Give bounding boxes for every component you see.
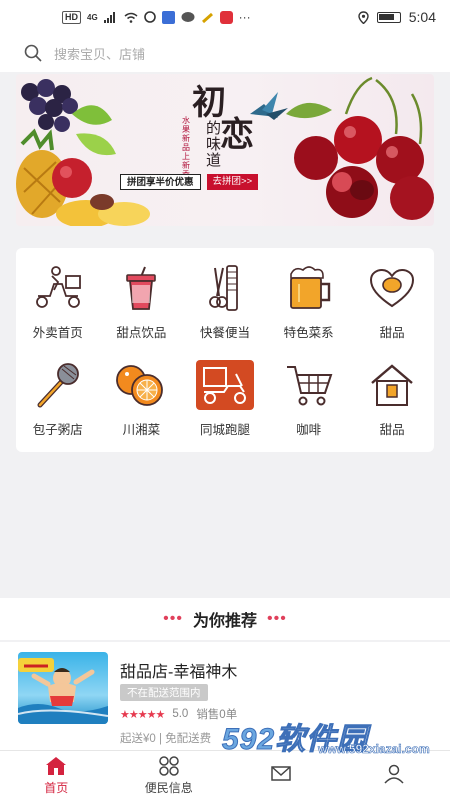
category-errand-service[interactable]: 同城跑腿 (183, 359, 267, 456)
category-label: 外卖首页 (32, 326, 83, 340)
group-buy-button[interactable]: 去拼团>> (206, 174, 259, 190)
message-icon (271, 766, 291, 781)
chat-icon (181, 12, 195, 22)
tab-home[interactable]: 首页 (0, 751, 113, 800)
category-fast-food[interactable]: 快餐便当 (183, 262, 267, 359)
tab-label: 便民信息 (144, 780, 193, 795)
comb-scissors-icon (196, 262, 254, 314)
sync-icon (143, 11, 156, 23)
category-sweets-2[interactable]: 甜品 (350, 359, 434, 456)
promo-text: 拼团享半价优惠 (120, 174, 201, 190)
drink-cup-icon (112, 262, 170, 314)
category-label: 甜品 (379, 423, 405, 437)
delivery-range-badge: 不在配送范围内 (120, 684, 208, 701)
category-sichuan-hunan[interactable]: 川湘菜 (100, 359, 184, 456)
recommend-header: ••• 为你推荐 ••• (0, 598, 450, 640)
rating-value: 5.0 (172, 708, 189, 720)
category-grid: 外卖首页 甜点饮品 快餐便当 特色菜系 甜品 包子粥店 川湘菜 同城跑腿 咖啡 … (16, 248, 434, 456)
promo-banner[interactable]: 水果新品上新季 初 的味道 恋 拼团享半价优惠 去拼团>> (16, 74, 434, 226)
clock: 5:04 (408, 9, 436, 25)
more-notifications-icon: ··· (238, 10, 251, 24)
tab-convenience-info[interactable]: 便民信息 (113, 751, 226, 800)
shop-name[interactable]: 甜品店-幸福神木 (120, 658, 237, 682)
site-watermark: 592软件园 www.592xiazai.com (221, 716, 450, 757)
watermark-brand-number: 592 (221, 723, 276, 757)
rating-stars: ★★★★★ (120, 708, 165, 721)
category-label: 包子粥店 (32, 423, 83, 437)
status-right: 5:04 (358, 9, 436, 25)
category-label: 川湘菜 (122, 423, 161, 437)
category-label: 甜品 (379, 326, 405, 340)
wifi-icon (124, 12, 138, 23)
app-notification-icon (161, 10, 175, 24)
cherries-image (286, 76, 434, 220)
banner-promo: 拼团享半价优惠 去拼团>> (120, 174, 259, 190)
search-bar[interactable]: 搜索宝贝、店铺 (0, 34, 450, 72)
category-specialty-cuisine[interactable]: 特色菜系 (267, 262, 351, 359)
shopping-cart-icon (280, 359, 338, 411)
grapes-image (21, 79, 78, 132)
microphone-icon (29, 359, 87, 411)
category-takeout-home[interactable]: 外卖首页 (16, 262, 100, 359)
banner-subtitle-vertical: 水果新品上新季 (182, 116, 190, 179)
tab-profile[interactable] (338, 751, 450, 800)
oranges-icon (112, 359, 170, 411)
category-label: 特色菜系 (283, 326, 334, 340)
status-icons: HD 4G ··· (62, 10, 251, 24)
category-sweets[interactable]: 甜品 (350, 262, 434, 359)
delivery-box-icon (195, 359, 254, 411)
category-panel: 外卖首页 甜点饮品 快餐便当 特色菜系 甜品 包子粥店 川湘菜 同城跑腿 咖啡 … (16, 248, 434, 452)
location-icon (358, 10, 369, 24)
category-label: 甜点饮品 (116, 326, 167, 340)
search-icon (24, 44, 42, 62)
bird-image (250, 92, 288, 120)
recommend-title: 为你推荐 (192, 613, 257, 630)
house-icon (363, 359, 421, 411)
banner-title-char-2: 恋 (220, 115, 254, 155)
user-icon (384, 764, 404, 784)
delivery-info: 起送¥0 | 免配送费 (120, 733, 212, 745)
delivery-scooter-icon (29, 262, 87, 314)
shop-rating-row: ★★★★★ 5.0 销售0单 (120, 706, 237, 722)
hd-badge: HD (62, 10, 81, 24)
decorative-dots-right: ••• (267, 610, 287, 627)
network-badge: 4G (87, 12, 98, 22)
tab-label: 首页 (44, 780, 69, 795)
battery-icon (376, 11, 401, 23)
tab-messages[interactable] (225, 751, 338, 800)
category-desserts-drinks[interactable]: 甜点饮品 (100, 262, 184, 359)
category-coffee[interactable]: 咖啡 (267, 359, 351, 456)
category-bun-congee[interactable]: 包子粥店 (16, 359, 100, 456)
shop-thumbnail (18, 652, 108, 724)
beer-mug-icon (280, 262, 338, 314)
grid-icon (159, 755, 179, 776)
category-label: 同城跑腿 (199, 423, 250, 437)
category-label: 快餐便当 (199, 326, 250, 340)
search-input[interactable]: 搜索宝贝、店铺 (54, 44, 145, 63)
status-bar: HD 4G ··· 5:04 (0, 0, 450, 34)
watermark-site: www.592xiazai.com (318, 742, 430, 757)
home-icon (46, 756, 67, 775)
music-icon (201, 12, 213, 23)
red-app-icon (219, 10, 233, 24)
egg-heart-icon (363, 262, 421, 314)
decorative-dots-left: ••• (163, 610, 183, 627)
category-label: 咖啡 (296, 423, 322, 437)
signal-icon (103, 11, 115, 23)
